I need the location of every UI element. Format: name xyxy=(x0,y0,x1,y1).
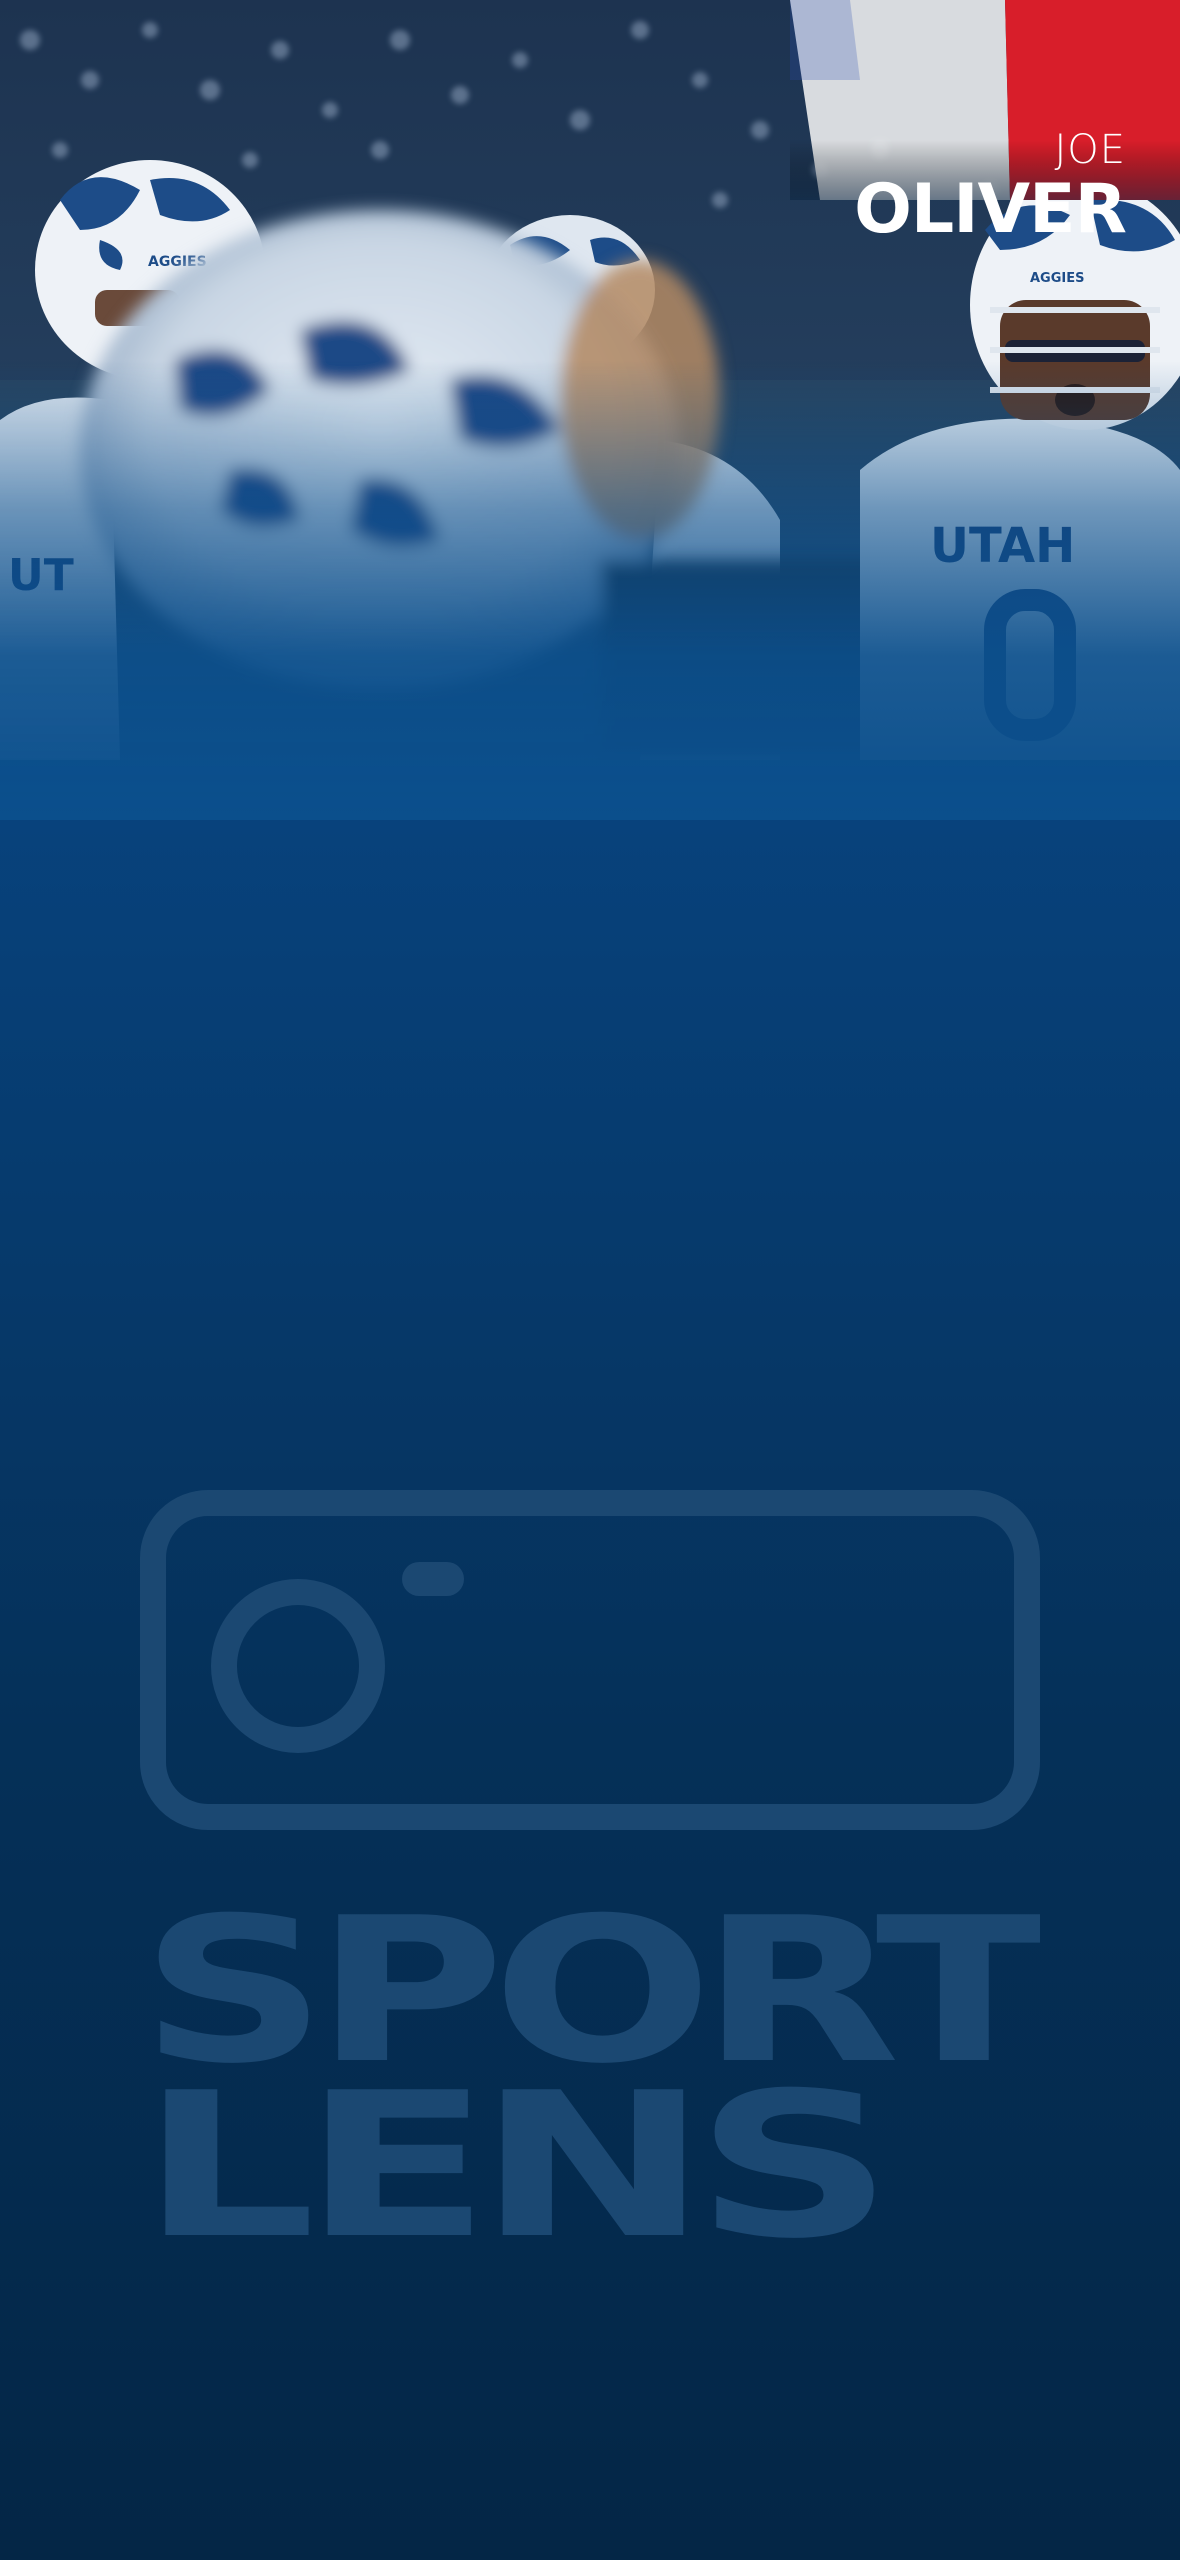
camera-outline-icon: SPORT LENS xyxy=(140,1490,1062,2283)
player-name: JOE OLIVER xyxy=(854,127,1127,249)
jersey-text-left: UT xyxy=(8,550,74,601)
hero-photo: UT AGGIES UTAH AGGIES JOE OLIVER xyxy=(0,0,1180,760)
player-card-screen: UT AGGIES UTAH AGGIES JOE OLIVER SPORT L… xyxy=(0,0,1180,2560)
helmet-logo-right: AGGIES xyxy=(1030,271,1084,286)
player-last-name: OLIVER xyxy=(854,170,1127,249)
sport-lens-watermark: SPORT LENS xyxy=(140,1490,1062,2283)
wordmark-lens: LENS xyxy=(140,2050,880,2250)
player-first-name: JOE xyxy=(1054,127,1126,173)
jersey-text-right: UTAH xyxy=(930,518,1075,574)
